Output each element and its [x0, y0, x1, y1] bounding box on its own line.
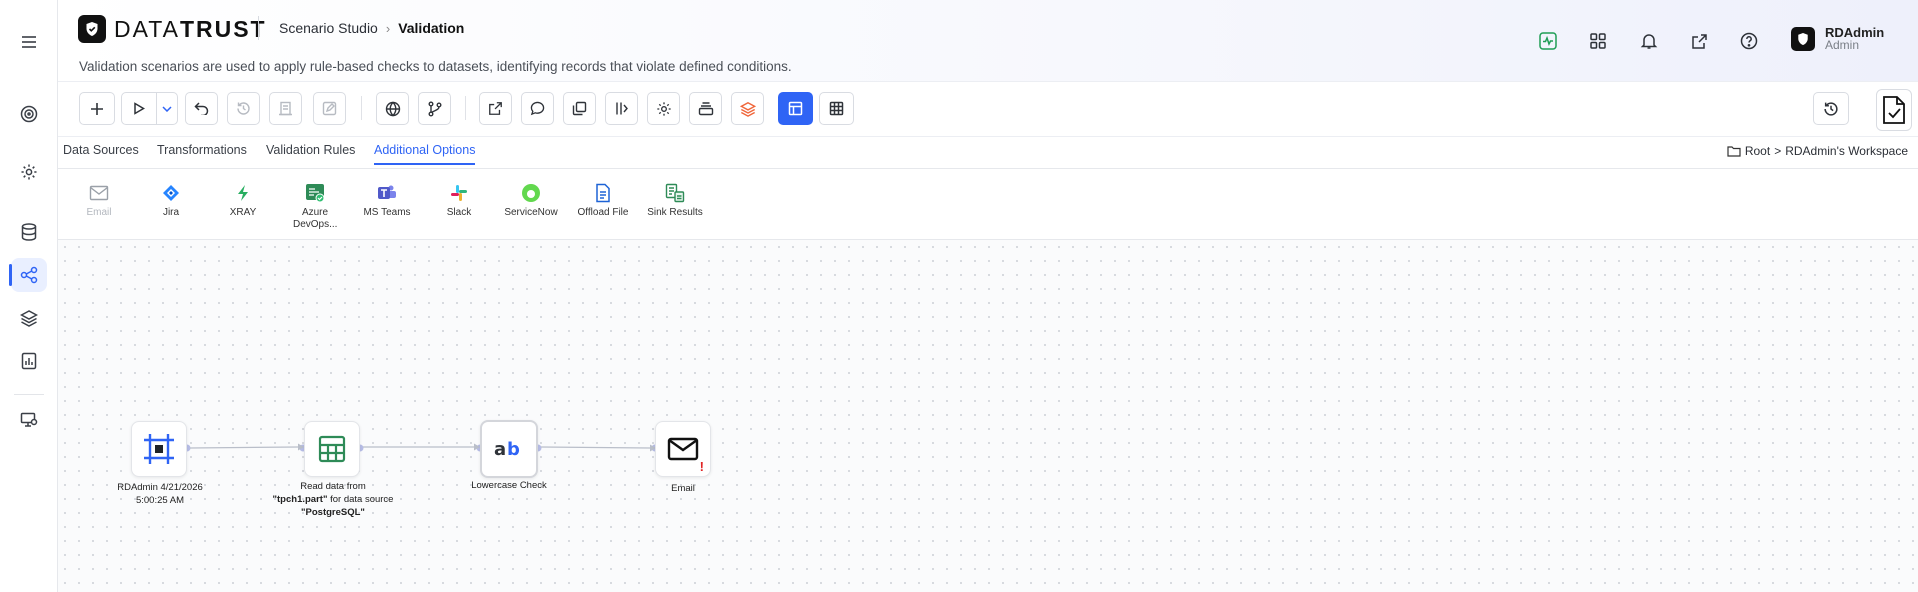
- cloud-stack-button[interactable]: [689, 92, 722, 125]
- play-icon[interactable]: [122, 93, 157, 124]
- tab-transformations[interactable]: Transformations: [157, 143, 247, 163]
- options-palette: Email Jira XRAY Azure DevOps... MS Teams…: [58, 169, 1918, 240]
- history-button[interactable]: [227, 92, 260, 125]
- workflow-icon[interactable]: [9, 258, 47, 292]
- menu-icon[interactable]: [11, 25, 47, 59]
- tab-bar: Data Sources Transformations Validation …: [58, 137, 1918, 169]
- palette-item-ms-teams[interactable]: MS Teams: [354, 183, 420, 219]
- palette-item-jira[interactable]: Jira: [138, 183, 204, 219]
- database-icon[interactable]: [11, 215, 47, 249]
- monitor-settings-icon[interactable]: [11, 403, 47, 437]
- mail-icon: [667, 437, 699, 461]
- start-node-label: RDAdmin 4/21/2026 5:00:25 AM: [117, 482, 203, 506]
- add-button[interactable]: [79, 92, 115, 125]
- layers-icon[interactable]: [11, 301, 47, 335]
- stack-layers-button[interactable]: [731, 92, 764, 125]
- tab-data-sources[interactable]: Data Sources: [63, 143, 139, 163]
- comment-button[interactable]: [521, 92, 554, 125]
- email-node-label: Email: [671, 483, 695, 494]
- canvas-view-button[interactable]: [778, 92, 813, 125]
- xray-icon: [233, 183, 253, 203]
- path-separator: >: [1774, 144, 1782, 158]
- table-icon: [318, 435, 346, 463]
- breadcrumb-current: Validation: [398, 20, 465, 36]
- path-root[interactable]: Root: [1745, 144, 1770, 158]
- rail-divider: [14, 394, 44, 395]
- palette-item-email[interactable]: Email: [66, 183, 132, 219]
- palette-item-slack[interactable]: Slack: [426, 183, 492, 219]
- breadcrumb-parent[interactable]: Scenario Studio: [279, 20, 378, 36]
- breadcrumb: Scenario Studio › Validation: [279, 20, 464, 36]
- compare-button[interactable]: [605, 92, 638, 125]
- svg-text:b: b: [507, 439, 520, 459]
- restore-button[interactable]: [1813, 92, 1849, 125]
- user-role: Admin: [1825, 38, 1860, 52]
- offload-file-icon: [593, 183, 613, 203]
- open-external-button[interactable]: [479, 92, 512, 125]
- print-button[interactable]: [269, 92, 302, 125]
- help-icon[interactable]: [1737, 29, 1761, 53]
- workflow-edges: [183, 443, 659, 452]
- avatar: [1791, 26, 1815, 51]
- user-menu[interactable]: RDAdmin Admin: [1791, 26, 1884, 51]
- apps-grid-icon[interactable]: [1586, 29, 1610, 53]
- page-subtitle: Validation scenarios are used to apply r…: [79, 59, 792, 74]
- brand-name: DATATRUST: [114, 15, 267, 42]
- lowercase-check-node[interactable]: ab: [480, 420, 538, 478]
- target-icon[interactable]: [11, 97, 47, 131]
- run-split-button[interactable]: [121, 92, 178, 125]
- branch-button[interactable]: [418, 92, 451, 125]
- svg-text:a: a: [494, 439, 506, 459]
- palette-item-sink-results[interactable]: Sink Results: [642, 183, 708, 219]
- palette-item-azure-devops[interactable]: Azure DevOps...: [282, 183, 348, 231]
- external-link-icon[interactable]: [1687, 29, 1711, 53]
- page-header: DATATRUST Scenario Studio › Validation V…: [58, 0, 1918, 82]
- undo-button[interactable]: [185, 92, 218, 125]
- email-node[interactable]: !: [655, 421, 711, 477]
- tab-additional-options[interactable]: Additional Options: [374, 143, 476, 165]
- header-divider: [258, 16, 259, 40]
- slack-icon: [449, 183, 469, 203]
- settings-icon[interactable]: [11, 155, 47, 189]
- left-rail: [0, 0, 58, 592]
- read-data-node[interactable]: [304, 421, 360, 477]
- toolbar-divider: [361, 96, 362, 120]
- start-node[interactable]: [131, 421, 187, 477]
- shield-icon: [78, 15, 106, 43]
- palette-item-xray[interactable]: XRAY: [210, 183, 276, 219]
- chevron-down-icon[interactable]: [157, 93, 177, 124]
- ab-text-icon: ab: [494, 439, 521, 459]
- report-icon[interactable]: [11, 344, 47, 378]
- warning-indicator: !: [699, 459, 704, 474]
- read-data-node-label: Read data from "tpch1.part" for data sou…: [272, 481, 394, 518]
- lowercase-check-node-label: Lowercase Check: [471, 480, 547, 491]
- mail-icon: [89, 183, 109, 203]
- jira-icon: [161, 183, 181, 203]
- validate-document-button[interactable]: [1876, 89, 1912, 131]
- globe-button[interactable]: [376, 92, 409, 125]
- toolbar-divider: [465, 96, 466, 120]
- palette-item-servicenow[interactable]: ServiceNow: [498, 183, 564, 219]
- settings-button[interactable]: [647, 92, 680, 125]
- azure-devops-icon: [305, 183, 325, 203]
- sink-results-icon: [665, 183, 685, 203]
- toolbar: [58, 82, 1918, 137]
- frame-icon: [144, 434, 174, 464]
- path-workspace[interactable]: RDAdmin's Workspace: [1785, 144, 1908, 158]
- tab-validation-rules[interactable]: Validation Rules: [266, 143, 355, 163]
- table-view-button[interactable]: [819, 92, 854, 125]
- ms-teams-icon: [377, 183, 397, 203]
- edit-button[interactable]: [313, 92, 346, 125]
- palette-item-offload-file[interactable]: Offload File: [570, 183, 636, 219]
- bell-icon[interactable]: [1637, 29, 1661, 53]
- chevron-right-icon: ›: [385, 20, 391, 36]
- workflow-canvas[interactable]: RDAdmin 4/21/2026 5:00:25 AM Read data f…: [58, 240, 1918, 592]
- activity-icon[interactable]: [1536, 29, 1560, 53]
- brand-logo[interactable]: DATATRUST: [78, 15, 267, 43]
- folder-icon: [1727, 146, 1741, 157]
- copy-button[interactable]: [563, 92, 596, 125]
- servicenow-icon: [521, 183, 541, 203]
- workspace-path[interactable]: Root > RDAdmin's Workspace: [1727, 144, 1908, 158]
